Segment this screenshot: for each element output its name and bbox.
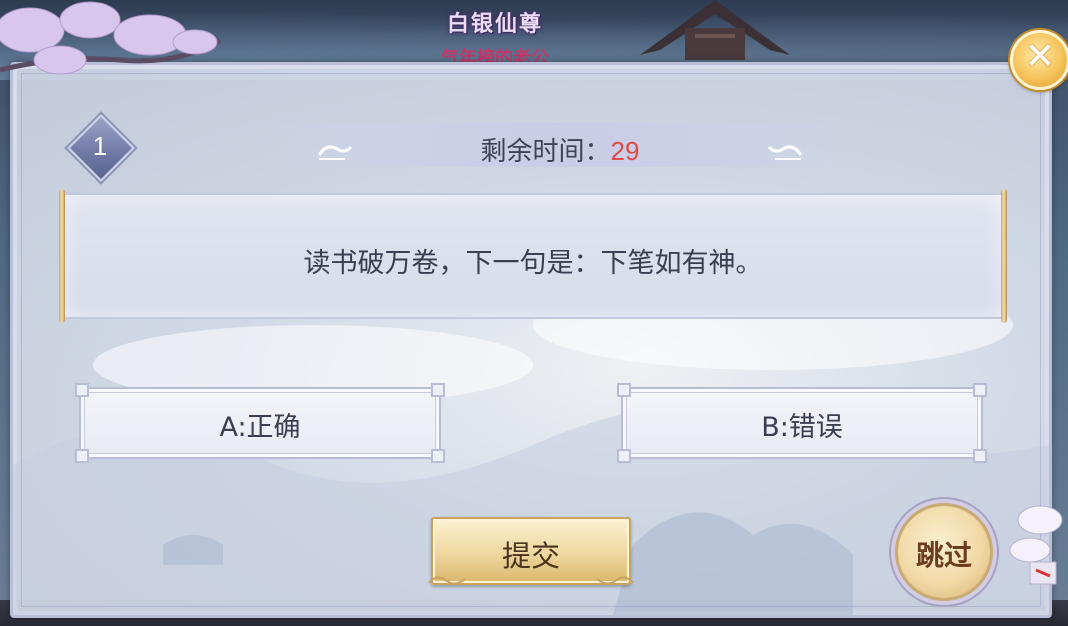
- submit-button-label: 提交: [501, 539, 560, 573]
- timer-banner: 剩余时间：29: [275, 123, 845, 167]
- flower-decoration: [1009, 505, 1063, 585]
- submit-button[interactable]: 提交: [428, 517, 634, 585]
- skip-button[interactable]: 跳过: [895, 503, 993, 601]
- timer-label: 剩余时间：: [480, 137, 611, 167]
- option-corner: [973, 449, 987, 463]
- skip-button-label: 跳过: [915, 539, 972, 572]
- option-corner: [431, 449, 445, 463]
- option-b-button[interactable]: B:错误: [617, 383, 987, 463]
- quiz-dialog: 1 剩余时间：29 读书破万卷，下一句是：下笔如有神。 A:正确 B:错误 提交…: [10, 62, 1052, 618]
- timer-seconds: 29: [610, 136, 640, 166]
- game-subtitle-text: 气年榜的老公: [441, 48, 549, 64]
- blossom-branch-decoration: [0, 1, 222, 75]
- option-corner: [617, 383, 631, 397]
- question-text: 读书破万卷，下一句是：下笔如有神。: [303, 248, 763, 279]
- option-a-button[interactable]: A:正确: [75, 383, 445, 463]
- cloud-ornament-icon: [428, 576, 466, 585]
- game-title-text: 白银仙尊: [446, 11, 543, 37]
- option-a-label: A:正确: [219, 412, 301, 443]
- timer-text: 剩余时间：29: [275, 131, 845, 168]
- option-corner: [431, 383, 445, 397]
- option-corner: [617, 449, 631, 463]
- question-number: 1: [92, 131, 108, 161]
- question-number-badge: 1: [61, 114, 139, 182]
- close-icon: ✕: [1024, 36, 1056, 77]
- option-b-label: B:错误: [761, 412, 843, 443]
- close-button[interactable]: ✕: [1010, 30, 1068, 90]
- cloud-ornament-icon: [596, 576, 634, 585]
- pavilion-roof-image: [640, 0, 790, 60]
- option-corner: [973, 383, 987, 397]
- question-scroll: 读书破万卷，下一句是：下笔如有神。: [59, 189, 1007, 323]
- option-corner: [75, 383, 89, 397]
- option-corner: [75, 449, 89, 463]
